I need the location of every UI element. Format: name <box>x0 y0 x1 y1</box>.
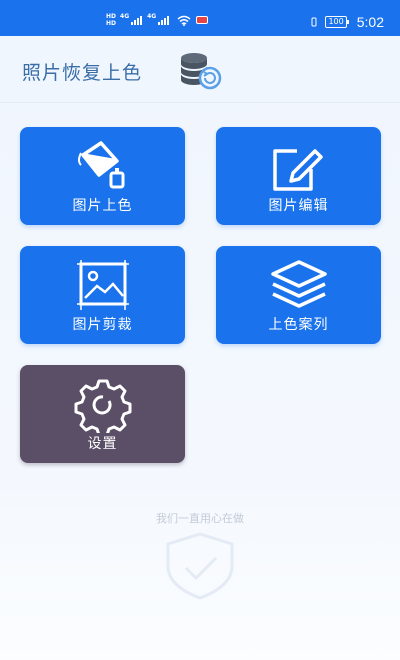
signal-icon-2 <box>158 15 170 25</box>
network-type-2: 4G <box>147 13 157 20</box>
wifi-icon <box>177 15 191 26</box>
crop-photo-button[interactable]: 图片剪裁 <box>20 246 185 344</box>
notification-icon <box>196 16 209 24</box>
tile-label: 设置 <box>87 436 118 452</box>
gear-icon <box>74 379 131 433</box>
status-right: 100 5:02 <box>309 14 384 30</box>
network-type-1: 4G <box>120 13 130 20</box>
colorize-photo-button[interactable]: 图片上色 <box>20 127 185 225</box>
layers-icon <box>270 260 327 308</box>
database-restore-icon <box>181 53 222 90</box>
image-crop-icon <box>76 260 129 310</box>
app-header: 照片恢复上色 <box>0 36 400 102</box>
colorize-examples-button[interactable]: 上色案列 <box>216 246 381 344</box>
tile-label: 图片上色 <box>72 198 133 214</box>
vibrate-icon <box>311 17 317 27</box>
battery-icon: 100 <box>325 16 350 28</box>
app-title: 照片恢复上色 <box>22 62 143 84</box>
status-left-icons: HD HD 4G 4G <box>106 12 209 28</box>
clock: 5:02 <box>356 14 384 30</box>
footer-slogan: 我们一直用心在做 <box>156 512 244 525</box>
hd-label-1: HD <box>106 13 117 20</box>
edit-photo-button[interactable]: 图片编辑 <box>216 127 381 225</box>
shield-check-icon <box>166 532 234 600</box>
header-divider <box>0 102 400 103</box>
tile-label: 上色案列 <box>268 317 329 333</box>
signal-icon <box>131 15 143 25</box>
main-content: 照片恢复上色 图片上色 图片编辑 图片剪裁 上色案列 设置 我们一直用心在做 <box>0 36 400 660</box>
paint-bucket-icon <box>77 141 124 189</box>
tile-label: 图片剪裁 <box>72 317 133 333</box>
status-bar: HD HD 4G 4G 100 5:02 <box>0 0 400 36</box>
hd-indicator: HD HD <box>106 13 116 27</box>
edit-icon <box>272 149 323 191</box>
tile-label: 图片编辑 <box>268 198 329 214</box>
settings-button[interactable]: 设置 <box>20 365 185 463</box>
hd-label-2: HD <box>106 20 117 27</box>
